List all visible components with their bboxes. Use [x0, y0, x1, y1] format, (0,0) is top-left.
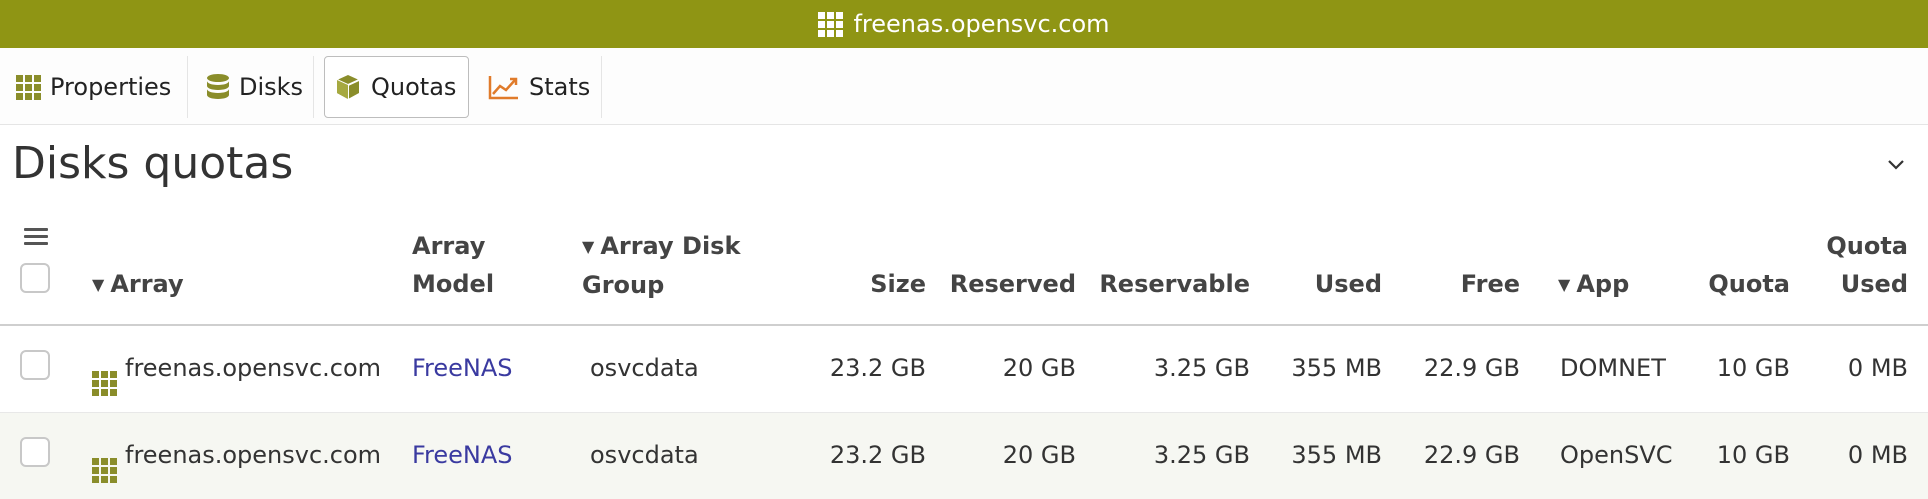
column-header-size[interactable]: Size: [800, 265, 926, 303]
cell-reservable: 3.25 GB: [1153, 441, 1250, 469]
cell-quota-used: 0 MB: [1847, 354, 1908, 382]
column-header-quota-used[interactable]: Quota Used: [1800, 227, 1908, 303]
cell-reserved: 20 GB: [1002, 354, 1076, 382]
column-header-array-model[interactable]: Array Model: [412, 227, 532, 303]
column-header-array[interactable]: ▼ Array: [92, 265, 184, 304]
grid-icon: [16, 74, 41, 100]
table-row[interactable]: freenas.opensvc.com FreeNAS osvcdata 23.…: [0, 326, 1928, 412]
database-icon: [206, 73, 230, 101]
tab-stats[interactable]: Stats: [476, 56, 602, 118]
tab-bar: Properties Disks Quotas Stats: [0, 48, 1928, 125]
column-header-quota[interactable]: Quota: [1680, 265, 1790, 303]
row-checkbox[interactable]: [20, 437, 50, 467]
cell-array-disk-group: osvcdata: [590, 354, 699, 382]
column-header-app[interactable]: ▼ App: [1558, 265, 1629, 304]
cell-quota: 10 GB: [1716, 354, 1790, 382]
chevron-down-icon[interactable]: [1884, 152, 1908, 176]
cell-free: 22.9 GB: [1423, 441, 1520, 469]
cell-array-model[interactable]: FreeNAS: [412, 435, 513, 475]
column-header-reservable[interactable]: Reservable: [1090, 265, 1250, 303]
cell-used: 355 MB: [1291, 354, 1382, 382]
cell-size: 23.2 GB: [829, 354, 926, 382]
tab-label: Disks: [239, 73, 304, 101]
cell-used: 355 MB: [1291, 441, 1382, 469]
sort-desc-icon: ▼: [1558, 275, 1571, 294]
tab-disks[interactable]: Disks: [188, 56, 314, 118]
column-menu-icon[interactable]: [24, 228, 48, 249]
grid-icon: [92, 458, 117, 483]
cell-free: 22.9 GB: [1423, 354, 1520, 382]
column-header-reserved[interactable]: Reserved: [940, 265, 1076, 303]
chart-line-icon: [488, 74, 520, 100]
window-titlebar: freenas.opensvc.com: [0, 0, 1928, 48]
tab-label: Quotas: [371, 73, 457, 101]
cell-array-disk-group: osvcdata: [590, 441, 699, 469]
cell-app: DOMNET: [1560, 354, 1666, 382]
select-all-checkbox[interactable]: [20, 263, 50, 293]
array-model-link[interactable]: FreeNAS: [412, 441, 513, 469]
cell-size: 23.2 GB: [829, 441, 926, 469]
tab-quotas[interactable]: Quotas: [324, 56, 469, 118]
sort-desc-icon: ▼: [92, 275, 105, 294]
array-model-link[interactable]: FreeNAS: [412, 354, 513, 382]
section-title: Disks quotas: [12, 138, 294, 189]
cell-quota-used: 0 MB: [1847, 441, 1908, 469]
column-header-used[interactable]: Used: [1262, 265, 1382, 303]
window-title: freenas.opensvc.com: [853, 10, 1110, 38]
tab-label: Stats: [529, 73, 591, 101]
cell-reserved: 20 GB: [1002, 441, 1076, 469]
tab-properties[interactable]: Properties: [0, 56, 188, 118]
cube-icon: [334, 73, 362, 101]
table-row[interactable]: freenas.opensvc.com FreeNAS osvcdata 23.…: [0, 413, 1928, 499]
grid-icon: [818, 11, 844, 37]
cell-array: freenas.opensvc.com: [92, 348, 381, 396]
tab-label: Properties: [50, 73, 172, 101]
cell-reservable: 3.25 GB: [1153, 354, 1250, 382]
cell-array: freenas.opensvc.com: [92, 435, 381, 483]
sort-desc-icon: ▼: [582, 237, 595, 256]
cell-array-model[interactable]: FreeNAS: [412, 348, 513, 388]
row-checkbox[interactable]: [20, 350, 50, 380]
column-header-array-disk-group[interactable]: ▼ Array Disk Group: [582, 227, 752, 304]
grid-icon: [92, 371, 117, 396]
column-header-free[interactable]: Free: [1400, 265, 1520, 303]
cell-quota: 10 GB: [1716, 441, 1790, 469]
cell-app: OpenSVC: [1560, 441, 1673, 469]
